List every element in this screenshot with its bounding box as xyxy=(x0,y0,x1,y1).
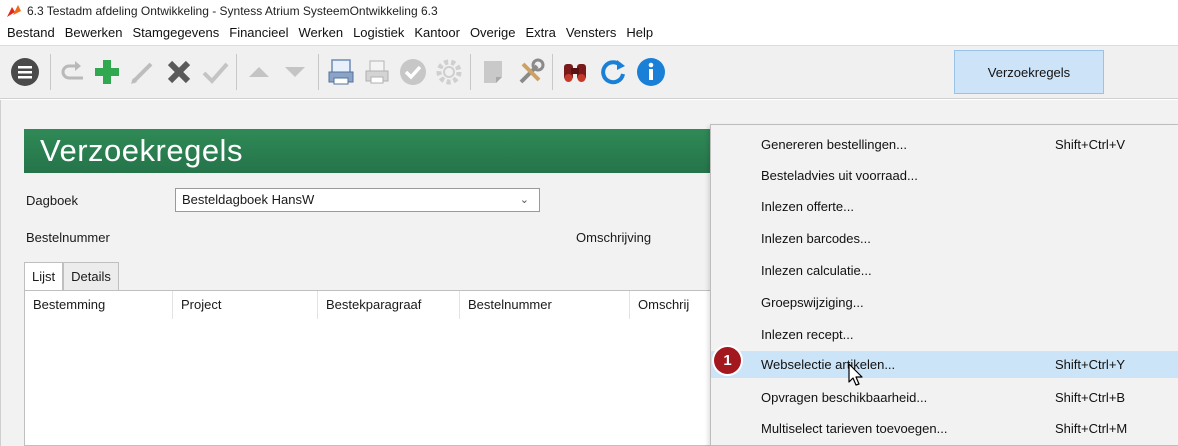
grid: Bestemming Project Bestekparagraaf Beste… xyxy=(24,290,744,446)
move-up-icon[interactable] xyxy=(240,53,278,91)
menu-item-inlezen-offerte[interactable]: Inlezen offerte... xyxy=(711,193,1178,220)
menu-item-label: Groepswijziging... xyxy=(761,295,864,310)
undo-icon[interactable] xyxy=(54,53,92,91)
binoculars-icon[interactable] xyxy=(556,53,594,91)
context-menu: Genereren bestellingen... Shift+Ctrl+V B… xyxy=(710,124,1178,446)
toolbar-tab-verzoekregels[interactable]: Verzoekregels xyxy=(954,50,1104,94)
menu-item-besteladvies[interactable]: Besteladvies uit voorraad... xyxy=(711,162,1178,189)
toolbar-tab-label: Verzoekregels xyxy=(987,64,1071,80)
page-title: Verzoekregels xyxy=(24,129,744,173)
tab-strip: Lijst Details xyxy=(24,262,119,290)
step-number-badge: 1 xyxy=(714,347,741,374)
menu-werken[interactable]: Werken xyxy=(294,22,349,44)
menu-item-label: Webselectie artikelen... xyxy=(761,357,896,372)
hamburger-menu-icon[interactable] xyxy=(6,53,44,91)
tab-details[interactable]: Details xyxy=(63,262,119,290)
menu-item-shortcut: Shift+Ctrl+Y xyxy=(1055,357,1126,372)
delete-icon[interactable] xyxy=(160,53,198,91)
menu-item-shortcut: Shift+Ctrl+V xyxy=(1055,137,1126,152)
menu-item-label: Inlezen offerte... xyxy=(761,199,854,214)
edit-icon[interactable] xyxy=(124,53,162,91)
menu-financieel[interactable]: Financieel xyxy=(224,22,293,44)
tab-lijst[interactable]: Lijst xyxy=(24,262,64,290)
menu-item-label: Inlezen calculatie... xyxy=(761,263,872,278)
menu-extra[interactable]: Extra xyxy=(520,22,560,44)
toolbar-separator xyxy=(50,54,51,90)
menu-item-genereren-bestellingen[interactable]: Genereren bestellingen... Shift+Ctrl+V xyxy=(711,131,1178,158)
move-down-icon[interactable] xyxy=(276,53,314,91)
toolbar: Verzoekregels xyxy=(0,45,1178,99)
menu-item-webselectie-artikelen[interactable]: Webselectie artikelen... Shift+Ctrl+Y xyxy=(711,351,1178,378)
menu-item-shortcut: Shift+Ctrl+B xyxy=(1055,390,1126,405)
refresh-icon[interactable] xyxy=(594,53,632,91)
dagboek-select[interactable]: Besteldagboek HansW ⌄ xyxy=(175,188,540,212)
bestelnummer-label: Bestelnummer xyxy=(26,230,110,245)
info-icon[interactable] xyxy=(632,53,670,91)
column-header-project[interactable]: Project xyxy=(173,291,318,319)
menu-bewerken[interactable]: Bewerken xyxy=(60,22,128,44)
menu-item-opvragen-beschikbaarheid[interactable]: Opvragen beschikbaarheid... Shift+Ctrl+B xyxy=(711,384,1178,411)
menu-item-label: Inlezen barcodes... xyxy=(761,231,871,246)
confirm-icon[interactable] xyxy=(196,53,234,91)
check-circle-icon[interactable] xyxy=(394,53,432,91)
dagboek-value: Besteldagboek HansW xyxy=(182,192,315,207)
menu-item-label: Besteladvies uit voorraad... xyxy=(761,168,918,183)
menu-vensters[interactable]: Vensters xyxy=(561,22,622,44)
window-title: 6.3 Testadm afdeling Ontwikkeling - Synt… xyxy=(27,4,438,18)
menu-logistiek[interactable]: Logistiek xyxy=(348,22,409,44)
column-header-bestemming[interactable]: Bestemming xyxy=(25,291,173,319)
settings-gear-icon[interactable] xyxy=(430,53,468,91)
menu-item-inlezen-recept[interactable]: Inlezen recept... xyxy=(711,321,1178,348)
document-icon[interactable] xyxy=(474,53,512,91)
menu-bar: Bestand Bewerken Stamgegevens Financieel… xyxy=(0,22,1178,44)
column-header-bestelnummer[interactable]: Bestelnummer xyxy=(460,291,630,319)
menu-item-label: Opvragen beschikbaarheid... xyxy=(761,390,928,405)
toolbar-separator xyxy=(552,54,553,90)
dagboek-label: Dagboek xyxy=(26,193,79,208)
menu-item-label: Genereren bestellingen... xyxy=(761,137,907,152)
app-logo-icon xyxy=(7,5,21,17)
mouse-cursor-icon xyxy=(848,363,863,386)
menu-item-label: Multiselect tarieven toevoegen... xyxy=(761,421,948,436)
menu-item-shortcut: Shift+Ctrl+M xyxy=(1055,421,1128,436)
menu-overige[interactable]: Overige xyxy=(465,22,521,44)
menu-stamgegevens[interactable]: Stamgegevens xyxy=(128,22,225,44)
menu-kantoor[interactable]: Kantoor xyxy=(409,22,465,44)
menu-help[interactable]: Help xyxy=(621,22,658,44)
toolbar-separator xyxy=(318,54,319,90)
print-preview-icon[interactable] xyxy=(322,53,360,91)
toolbar-separator xyxy=(236,54,237,90)
column-header-bestekparagraaf[interactable]: Bestekparagraaf xyxy=(318,291,460,319)
tools-icon[interactable] xyxy=(512,53,550,91)
menu-item-multiselect-tarieven[interactable]: Multiselect tarieven toevoegen... Shift+… xyxy=(711,415,1178,442)
menu-item-inlezen-barcodes[interactable]: Inlezen barcodes... xyxy=(711,225,1178,252)
menu-item-label: Inlezen recept... xyxy=(761,327,854,342)
omschrijving-label: Omschrijving xyxy=(576,230,652,245)
toolbar-separator xyxy=(470,54,471,90)
menu-bestand[interactable]: Bestand xyxy=(2,22,60,44)
menu-item-groepswijziging[interactable]: Groepswijziging... xyxy=(711,289,1178,316)
print-icon[interactable] xyxy=(358,53,396,91)
chevron-down-icon[interactable]: ⌄ xyxy=(520,189,529,211)
menu-item-inlezen-calculatie[interactable]: Inlezen calculatie... xyxy=(711,257,1178,284)
title-bar: 6.3 Testadm afdeling Ontwikkeling - Synt… xyxy=(0,0,1178,22)
grid-header: Bestemming Project Bestekparagraaf Beste… xyxy=(25,291,743,319)
add-icon[interactable] xyxy=(88,53,126,91)
